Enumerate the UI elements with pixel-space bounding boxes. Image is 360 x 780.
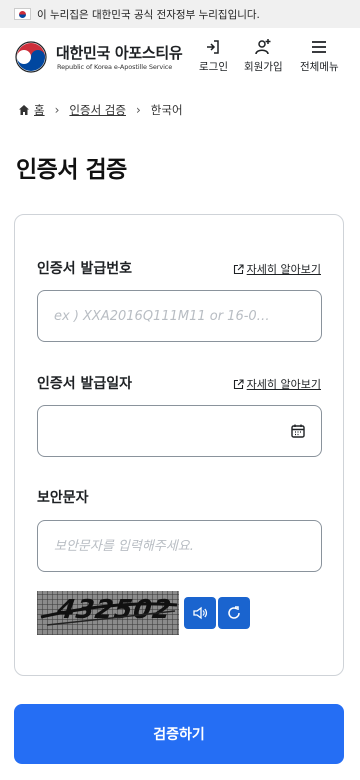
captcha-refresh-button[interactable] — [218, 597, 250, 629]
breadcrumb-parent-link[interactable]: 인증서 검증 — [69, 102, 126, 118]
breadcrumb-home-link[interactable]: 홈 — [34, 102, 45, 118]
external-link-icon — [233, 263, 244, 274]
login-icon — [207, 40, 220, 54]
cert-number-more-link[interactable]: 자세히 알아보기 — [233, 261, 321, 277]
security-text-input[interactable] — [37, 520, 322, 572]
security-text-label: 보안문자 — [37, 490, 89, 506]
hamburger-menu-icon — [312, 41, 327, 53]
external-link-icon — [233, 378, 244, 389]
page-title: 인증서 검증 — [16, 157, 127, 183]
korea-emblem-logo[interactable] — [14, 40, 48, 74]
korea-flag-icon — [14, 8, 31, 20]
breadcrumb-current: 한국어 — [150, 103, 183, 117]
calendar-icon[interactable] — [290, 423, 306, 439]
refresh-icon — [228, 606, 240, 619]
captcha-image: 432502 — [37, 591, 179, 635]
signup-label: 회원가입 — [244, 61, 283, 73]
issue-date-label: 인증서 발급일자 — [37, 376, 133, 392]
site-header: 대한민국 아포스티유 Republic of Korea e-Apostille… — [0, 28, 360, 84]
user-plus-icon — [255, 39, 271, 55]
cert-number-input[interactable] — [37, 290, 322, 342]
issue-date-input[interactable] — [37, 405, 322, 457]
home-icon — [19, 105, 29, 115]
captcha-noise-line — [40, 602, 178, 626]
speaker-icon — [193, 606, 208, 620]
verification-form-card: 인증서 발급번호 자세히 알아보기 인증서 발급일자 자세히 알아보기 보안문자… — [14, 214, 344, 676]
brand-subtitle: Republic of Korea e-Apostille Service — [57, 63, 173, 71]
brand-title[interactable]: 대한민국 아포스티유 — [56, 42, 183, 63]
cert-number-label: 인증서 발급번호 — [37, 261, 133, 277]
captcha-audio-button[interactable] — [184, 597, 216, 629]
government-banner: 이 누리집은 대한민국 공식 전자정부 누리집입니다. — [0, 0, 360, 28]
government-banner-text: 이 누리집은 대한민국 공식 전자정부 누리집입니다. — [37, 8, 260, 21]
signup-button[interactable]: 회원가입 — [244, 38, 283, 74]
verify-submit-button[interactable]: 검증하기 — [14, 704, 344, 764]
login-button[interactable]: 로그인 — [199, 38, 228, 74]
all-menu-label: 전체메뉴 — [300, 61, 339, 73]
all-menu-button[interactable]: 전체메뉴 — [300, 38, 339, 74]
breadcrumb-chevron-icon: › — [54, 103, 60, 117]
issue-date-more-link[interactable]: 자세히 알아보기 — [233, 376, 321, 392]
issue-date-more-label: 자세히 알아보기 — [246, 378, 321, 391]
breadcrumb: 홈 › 인증서 검증 › 한국어 — [18, 102, 183, 118]
cert-number-more-label: 자세히 알아보기 — [246, 263, 321, 276]
breadcrumb-chevron-icon: › — [135, 103, 141, 117]
login-label: 로그인 — [199, 61, 228, 73]
